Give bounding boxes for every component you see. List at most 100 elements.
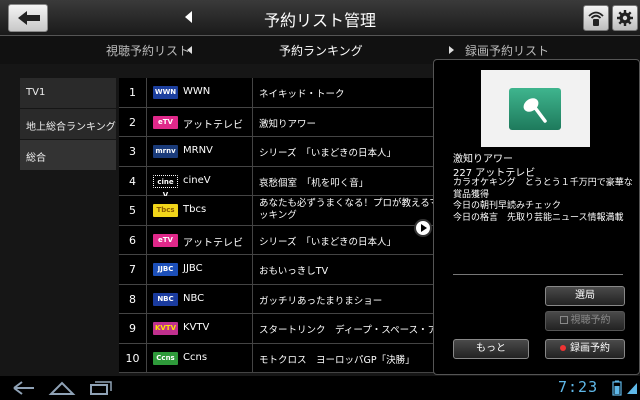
tab-right-arrow-icon[interactable] — [449, 46, 454, 54]
channel-logo: JJBC — [153, 263, 178, 276]
channel-logo: eTV — [153, 233, 178, 247]
app-header: 予約リスト管理 — [0, 0, 640, 36]
select-channel-label: 選局 — [575, 290, 595, 301]
checkbox-icon — [559, 316, 568, 324]
rank-number: 9 — [119, 314, 147, 343]
record-reserve-label: 録画予約 — [570, 343, 610, 354]
channel-name: アットテレビ — [183, 237, 243, 249]
channel-name: NBC — [183, 292, 205, 304]
wifi-signal-icon — [627, 383, 637, 394]
row-divider — [252, 107, 253, 136]
program-title: シリーズ 「いまどきの日本人」 — [259, 234, 396, 248]
program-thumbnail — [481, 70, 590, 147]
channel-name: JJBC — [183, 263, 203, 274]
channel-name: KVTV — [183, 322, 210, 333]
tab-watch-list[interactable]: 視聴予約リスト — [106, 42, 190, 59]
detail-desc-line: カラオケキング とうとう１千万円で豪華な — [453, 178, 633, 188]
gear-icon — [617, 10, 633, 26]
program-title-line: シリーズ 「いまどきの日本人」 — [259, 236, 396, 248]
channel-logo: Ccns — [153, 351, 178, 365]
program-detail-panel: 激知りアワー 227 アットテレビ カラオケキング とうとう１千万円で豪華な 賞… — [433, 59, 640, 375]
more-button[interactable]: もっと — [453, 339, 529, 359]
status-clock: 7:23 — [558, 378, 599, 396]
channel-logo: cine V — [153, 174, 178, 199]
row-divider — [252, 225, 253, 254]
detail-program-title: 激知りアワー — [453, 154, 513, 165]
program-title-line: 激知りアワー — [259, 118, 317, 130]
nav-back-icon[interactable] — [10, 380, 38, 396]
channel-logo: NBC — [153, 292, 178, 306]
watch-reserve-button[interactable]: 視聴予約 — [545, 311, 625, 331]
program-title-line: ネイキッド・トーク — [259, 89, 345, 100]
select-channel-button[interactable]: 選局 — [545, 286, 625, 306]
detail-desc-line: 今日の朝刊早読みチェック — [453, 201, 562, 211]
program-title-line: モトクロス ヨーロッパGP「決勝」 — [259, 354, 415, 366]
battery-icon — [612, 380, 622, 396]
page-title: 予約リスト管理 — [263, 11, 376, 30]
sidebar-item-terrestrial[interactable]: 地上総合ランキング — [20, 109, 116, 139]
rank-number: 5 — [119, 196, 147, 225]
rank-number: 8 — [119, 284, 147, 313]
channel-name: MRNV — [183, 145, 213, 156]
program-title-line: あなたも必ずうまくなる！プロが教えるマ — [259, 198, 439, 209]
ranking-category-sidebar: TV1 地上総合ランキング 総合 — [20, 78, 116, 171]
program-title: ガッチリあったまりまショー — [259, 293, 382, 307]
nav-home-icon[interactable] — [48, 380, 76, 396]
program-title: ネイキッド・トーク — [259, 86, 345, 100]
detail-description: カラオケキング とうとう１千万円で豪華な 賞品獲得 今日の朝刊早読みチェック 今… — [453, 178, 635, 224]
detail-divider — [453, 274, 623, 275]
channel-logo: eTV — [153, 115, 178, 129]
program-title: スタートリンク ディープ・スペース・アイ — [259, 322, 446, 336]
rank-number: 7 — [119, 255, 147, 284]
expand-play-icon[interactable] — [414, 219, 432, 237]
sidebar-item-overall[interactable]: 総合 — [20, 140, 116, 170]
detail-channel: 227 アットテレビ — [453, 168, 536, 179]
wifi-remote-icon — [588, 11, 604, 26]
program-title: あなたも必ずうまくなる！プロが教えるマ ッキング — [259, 198, 439, 222]
program-title: 激知りアワー — [259, 116, 316, 130]
channel-name: アットテレビ — [183, 119, 243, 131]
tab-record-list[interactable]: 録画予約リスト — [465, 42, 549, 59]
row-divider — [252, 314, 253, 343]
watch-reserve-label: 視聴予約 — [570, 315, 611, 326]
channel-logo: mrnv — [153, 145, 178, 158]
sidebar-item-tv1[interactable]: TV1 — [20, 78, 116, 108]
rank-number: 10 — [119, 343, 147, 372]
row-divider — [252, 78, 253, 107]
program-title-line: 哀愁個室 「机を叩く音」 — [259, 177, 369, 189]
tab-left-arrow-icon[interactable] — [187, 46, 192, 54]
row-divider — [252, 343, 253, 372]
channel-name: cineV — [183, 174, 211, 186]
remote-button[interactable] — [583, 5, 609, 31]
program-title: モトクロス ヨーロッパGP「決勝」 — [259, 352, 415, 366]
row-divider — [252, 137, 253, 166]
tab-ranking[interactable]: 予約ランキング — [279, 42, 363, 59]
rank-number: 6 — [119, 225, 147, 254]
channel-logo: KVTV — [153, 322, 178, 335]
channel-logo: WWN — [153, 86, 178, 99]
program-title-line: スタートリンク ディープ・スペース・アイ — [259, 325, 447, 336]
channel-name: Tbcs — [183, 204, 207, 215]
program-title-line: ガッチリあったまりまショー — [259, 295, 383, 307]
rank-number: 2 — [119, 107, 147, 136]
channel-name: WWN — [183, 86, 211, 97]
settings-button[interactable] — [612, 5, 638, 31]
rank-number: 1 — [119, 78, 147, 107]
program-title: 哀愁個室 「机を叩く音」 — [259, 175, 368, 189]
row-divider — [252, 166, 253, 195]
detail-desc-line: 賞品獲得 — [453, 189, 490, 200]
channel-logo: Tbcs — [153, 204, 178, 217]
record-reserve-button[interactable]: 録画予約 — [545, 339, 625, 359]
channel-name: Ccns — [183, 351, 208, 363]
program-title-line: ッキング — [259, 210, 297, 221]
rank-number: 4 — [119, 166, 147, 195]
program-title: シリーズ 「いまどきの日本人」 — [259, 145, 396, 159]
program-title-line: シリーズ 「いまどきの日本人」 — [259, 148, 396, 159]
row-divider — [252, 284, 253, 313]
nav-recent-apps-icon[interactable] — [88, 380, 114, 396]
program-title: おもいっきしTV — [259, 263, 328, 277]
row-divider — [252, 255, 253, 284]
program-title-line: おもいっきしTV — [259, 266, 329, 277]
rank-number: 3 — [119, 137, 147, 166]
row-divider — [252, 196, 253, 225]
